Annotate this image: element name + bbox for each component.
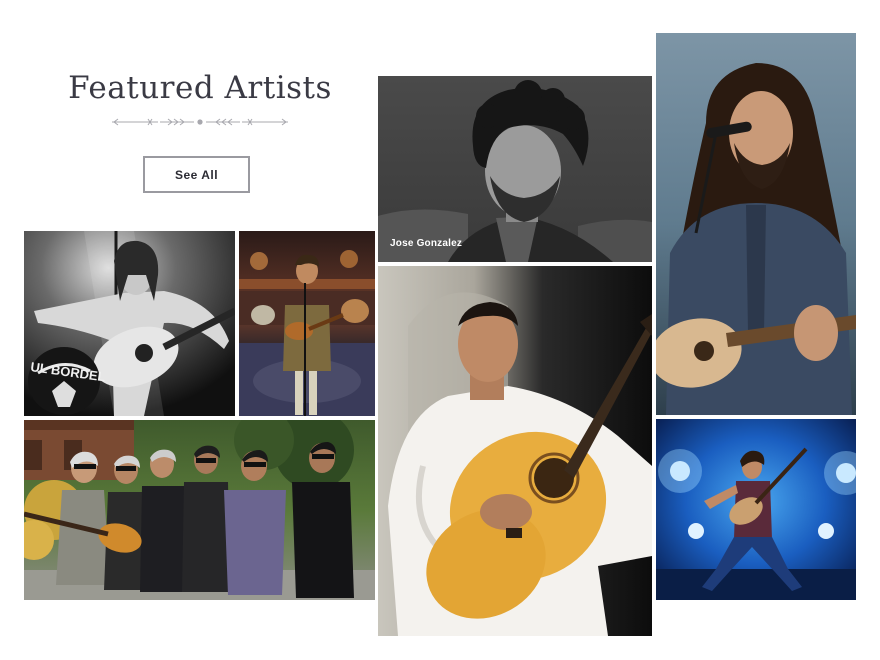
- section-header: Featured Artists: [60, 70, 340, 128]
- artist-photo: [656, 419, 856, 600]
- artist-tile-flamenco-guitarist[interactable]: [378, 266, 652, 636]
- artist-tile-group[interactable]: [24, 420, 375, 600]
- artist-tile-stage-performer[interactable]: [239, 231, 375, 416]
- artist-photo: [378, 266, 652, 636]
- artist-name-caption: Jose Gonzalez: [390, 238, 463, 249]
- artist-tile-rock-performer[interactable]: UL BORDEL: [24, 231, 235, 416]
- see-all-button[interactable]: See All: [143, 156, 250, 193]
- artist-photo: UL BORDEL: [24, 231, 235, 416]
- artist-photo: [239, 231, 375, 416]
- artist-photo: [378, 76, 652, 262]
- artist-tile-long-haired-singer[interactable]: [656, 33, 856, 415]
- artist-photo: [656, 33, 856, 415]
- divider-ornament-icon: [112, 118, 288, 126]
- artist-photo: [24, 420, 375, 600]
- artist-tile-blue-stage-performer[interactable]: [656, 419, 856, 600]
- artist-tile-jose-gonzalez[interactable]: Jose Gonzalez: [378, 76, 652, 262]
- page-title: Featured Artists: [68, 70, 332, 106]
